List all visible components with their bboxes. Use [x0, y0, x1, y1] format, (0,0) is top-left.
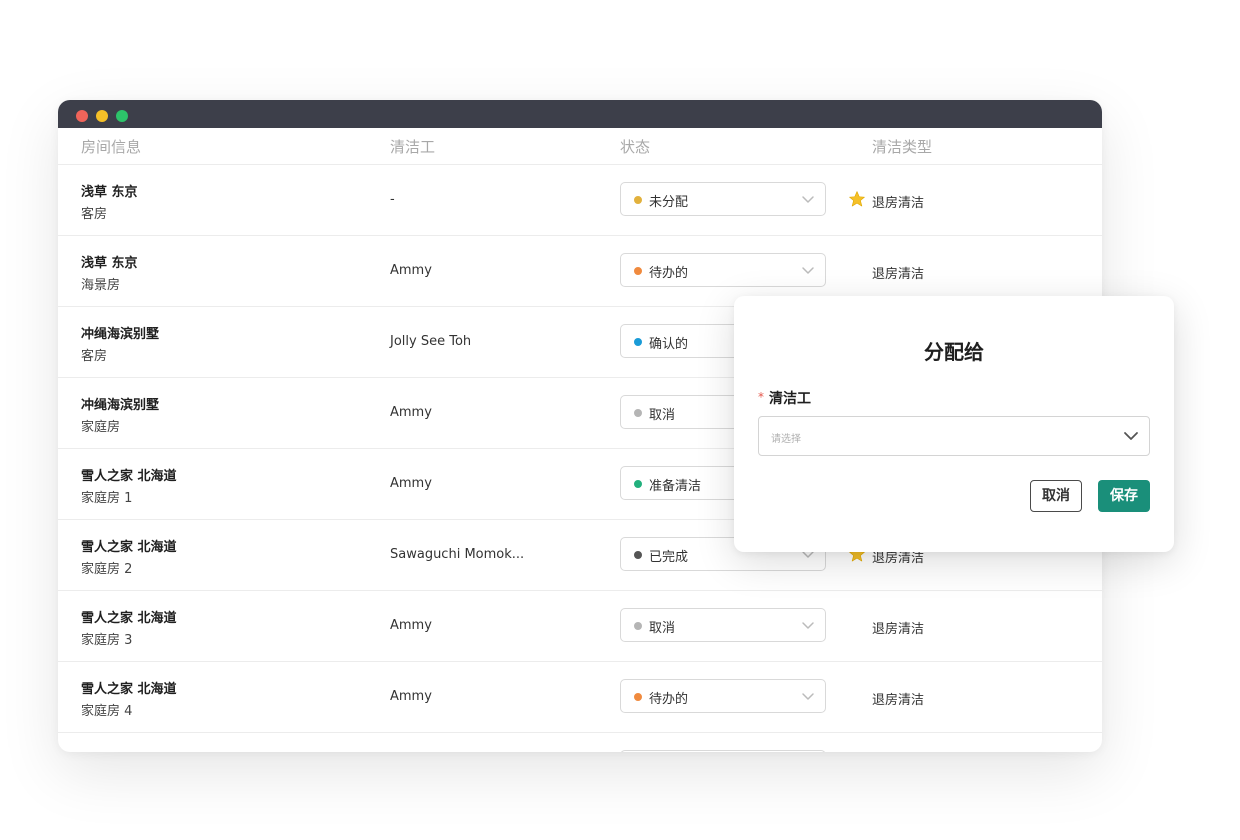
- column-header-cleaner: 清洁工: [390, 138, 436, 156]
- cleaner-name: Ammy: [390, 405, 432, 420]
- status-select[interactable]: 待办的: [620, 679, 826, 713]
- cleaner-select[interactable]: 请选择: [758, 416, 1150, 456]
- column-header-status: 状态: [620, 138, 651, 156]
- room-type: 海景房: [81, 278, 121, 293]
- maximize-window-icon[interactable]: [116, 110, 128, 122]
- cleaner-name: Ammy: [390, 689, 432, 704]
- room-name: 雪人之家 北海道: [81, 611, 177, 626]
- assign-dialog: 分配给 * 清洁工 请选择 取消 保存: [734, 296, 1174, 552]
- status-label: 已完成: [649, 550, 689, 565]
- status-dot-icon: [634, 196, 642, 204]
- dialog-title: 分配给: [924, 340, 984, 364]
- clean-type: 退房清洁: [872, 267, 925, 282]
- room-type: 家庭房 2: [81, 562, 133, 577]
- room-name: 雪人之家 北海道: [81, 682, 177, 697]
- room-type: 客房: [81, 349, 108, 364]
- status-dot-icon: [634, 267, 642, 275]
- star-icon: [849, 191, 865, 207]
- status-label: 待办的: [649, 692, 689, 707]
- cleaner-name: Ammy: [390, 263, 432, 278]
- status-select[interactable]: [620, 750, 826, 752]
- cleaner-name: Ammy: [390, 618, 432, 633]
- chevron-down-icon: [802, 196, 814, 203]
- chevron-down-icon: [1124, 432, 1138, 440]
- status-select[interactable]: 取消: [620, 608, 826, 642]
- room-type: 家庭房 4: [81, 704, 133, 719]
- room-name: 雪人之家 北海道: [81, 540, 177, 555]
- column-header-room-info: 房间信息: [81, 138, 142, 156]
- room-type: 家庭房 1: [81, 491, 133, 506]
- column-header-clean-type: 清洁类型: [872, 138, 933, 156]
- room-type: 家庭房: [81, 420, 121, 435]
- save-button[interactable]: 保存: [1098, 480, 1150, 512]
- table-row[interactable]: 雪人之家 北海道 家庭房 3 Ammy 取消 退房清洁: [58, 591, 1102, 662]
- status-label: 待办的: [649, 266, 689, 281]
- clean-type: 退房清洁: [872, 196, 925, 211]
- room-name: 冲绳海滨别墅: [81, 749, 159, 752]
- table-row[interactable]: 雪人之家 北海道 家庭房 4 Ammy 待办的 退房清洁: [58, 662, 1102, 733]
- cleaner-name: Sawaguchi Momok...: [390, 547, 525, 562]
- table-row[interactable]: 浅草 东京客房 - 未分配 退房清洁: [58, 165, 1102, 236]
- required-mark: *: [758, 390, 764, 404]
- chevron-down-icon: [802, 622, 814, 629]
- status-label: 未分配: [649, 195, 689, 210]
- status-label: 准备清洁: [649, 479, 702, 494]
- status-dot-icon: [634, 480, 642, 488]
- room-name: 浅草 东京: [81, 256, 138, 271]
- chevron-down-icon: [802, 693, 814, 700]
- status-label: 取消: [649, 621, 676, 636]
- chevron-down-icon: [802, 267, 814, 274]
- table-row[interactable]: 冲绳海滨别墅: [58, 733, 1102, 752]
- clean-type: 退房清洁: [872, 693, 925, 708]
- room-type: 家庭房 3: [81, 633, 133, 648]
- status-label: 确认的: [649, 337, 689, 352]
- minimize-window-icon[interactable]: [96, 110, 108, 122]
- status-select[interactable]: 待办的: [620, 253, 826, 287]
- status-dot-icon: [634, 551, 642, 559]
- cleaner-name: Jolly See Toh: [390, 334, 472, 349]
- close-window-icon[interactable]: [76, 110, 88, 122]
- room-name: 浅草 东京: [81, 185, 138, 200]
- cleaner-select-placeholder: 请选择: [771, 434, 801, 445]
- cleaner-name: Ammy: [390, 476, 432, 491]
- cancel-button[interactable]: 取消: [1030, 480, 1082, 512]
- status-dot-icon: [634, 693, 642, 701]
- room-name: 冲绳海滨别墅: [81, 398, 160, 413]
- status-dot-icon: [634, 338, 642, 346]
- status-dot-icon: [634, 622, 642, 630]
- table-header: 房间信息 清洁工 状态 清洁类型: [58, 128, 1102, 165]
- status-select[interactable]: 未分配: [620, 182, 826, 216]
- room-name: 雪人之家 北海道: [81, 469, 177, 484]
- room-name: 冲绳海滨别墅: [81, 327, 160, 342]
- status-dot-icon: [634, 409, 642, 417]
- cleaner-name: -: [390, 192, 395, 207]
- room-type: 客房: [81, 207, 108, 222]
- window-titlebar: [58, 100, 1102, 128]
- status-label: 取消: [649, 408, 676, 423]
- clean-type: 退房清洁: [872, 622, 925, 637]
- cleaner-field-label: 清洁工: [769, 391, 811, 407]
